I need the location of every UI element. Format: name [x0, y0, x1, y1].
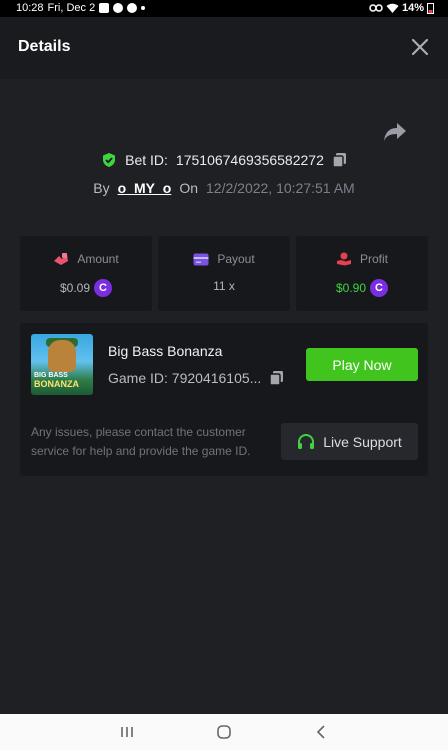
thumbnail-title-line2: BONANZA	[34, 379, 79, 389]
profit-stat: Profit $0.90 C	[296, 236, 428, 311]
more-notifications-icon	[141, 6, 146, 10]
home-icon[interactable]	[215, 723, 233, 741]
support-message: Any issues, please contact the customer …	[31, 425, 251, 458]
game-id: Game ID: 7920416105...	[108, 370, 262, 386]
amount-icon	[54, 253, 69, 265]
bet-meta-row: By o_MY_o On 12/2/2022, 10:27:51 AM	[0, 180, 448, 196]
recents-icon[interactable]	[118, 723, 136, 741]
status-left: 10:28 Fri, Dec 2	[16, 2, 146, 14]
status-date: Fri, Dec 2	[47, 2, 96, 14]
amount-label: Amount	[77, 252, 119, 266]
play-now-button[interactable]: Play Now	[306, 348, 418, 381]
game-id-row: Game ID: 7920416105...	[108, 370, 284, 386]
share-icon[interactable]	[383, 121, 407, 143]
wifi-icon	[386, 3, 399, 13]
profit-value: $0.90	[335, 281, 367, 295]
bet-id-label: Bet ID:	[125, 152, 168, 168]
link-icon	[369, 4, 383, 12]
copy-icon[interactable]	[269, 370, 284, 386]
coin-icon: C	[94, 279, 113, 297]
messenger-notification-icon-2	[127, 3, 138, 13]
bet-id-row: Bet ID: 1751067469356582272	[0, 152, 448, 168]
android-nav-bar	[0, 714, 448, 750]
game-thumbnail[interactable]: BIG BASS BONANZA	[31, 334, 93, 395]
messenger-notification-icon	[113, 3, 124, 13]
on-label: On	[179, 180, 199, 196]
payout-label: Payout	[217, 252, 255, 266]
gallery-notification-icon	[99, 3, 110, 13]
payout-card-icon	[193, 253, 209, 265]
profit-label: Profit	[359, 252, 388, 266]
shield-check-icon	[103, 153, 116, 167]
game-name: Big Bass Bonanza	[108, 343, 223, 359]
live-support-button[interactable]: Live Support	[281, 423, 418, 460]
headset-icon	[298, 433, 315, 449]
battery-percent: 14%	[401, 2, 424, 14]
close-icon[interactable]	[410, 37, 430, 57]
back-icon[interactable]	[313, 723, 331, 741]
bet-id-value: 1751067469356582272	[175, 152, 324, 168]
battery-icon	[427, 3, 434, 14]
amount-value: $0.09	[59, 281, 91, 295]
page-title: Details	[18, 38, 71, 55]
bet-datetime: 12/2/2022, 10:27:51 AM	[206, 180, 355, 196]
status-right: 14%	[369, 2, 434, 14]
status-bar: 10:28 Fri, Dec 2 14%	[0, 0, 448, 17]
by-label: By	[93, 180, 110, 196]
live-support-label: Live Support	[323, 433, 402, 450]
payout-stat: Payout 11 x	[158, 236, 290, 311]
amount-stat: Amount $0.09 C	[20, 236, 152, 311]
profit-icon	[336, 252, 351, 266]
status-time: 10:28	[16, 2, 44, 14]
game-card: BIG BASS BONANZA Big Bass Bonanza Game I…	[20, 323, 428, 476]
thumbnail-title-line1: BIG BASS	[34, 372, 68, 379]
header: Details	[0, 17, 448, 79]
coin-icon: C	[370, 279, 389, 297]
username-link[interactable]: o_MY_o	[118, 180, 172, 196]
payout-value: 11 x	[213, 279, 235, 293]
copy-icon[interactable]	[332, 152, 347, 168]
